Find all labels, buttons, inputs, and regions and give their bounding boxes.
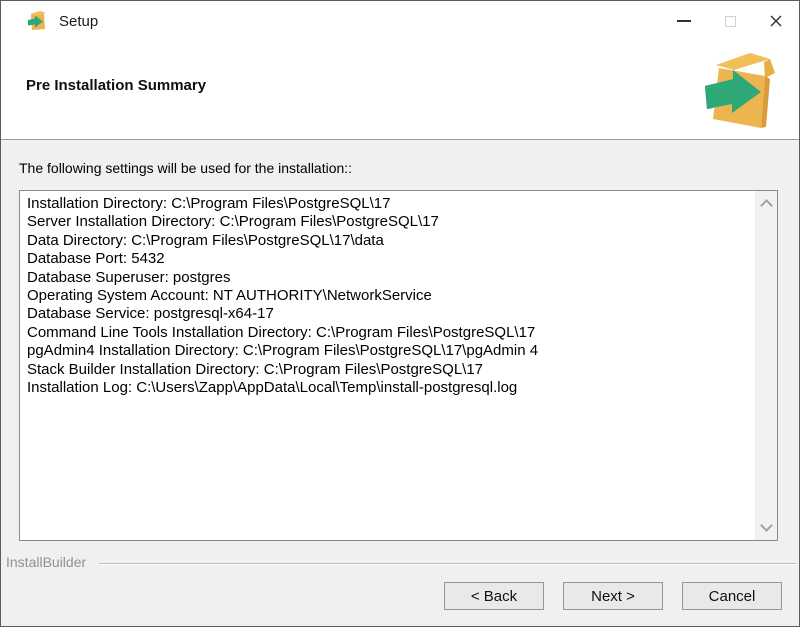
minimize-button[interactable] (661, 1, 707, 41)
title-bar: Setup (1, 1, 799, 41)
close-button[interactable] (753, 1, 799, 41)
summary-line: Command Line Tools Installation Director… (27, 323, 536, 341)
close-icon (770, 15, 782, 27)
installbuilder-logo-icon (705, 53, 775, 128)
scroll-down-icon[interactable] (759, 519, 773, 532)
maximize-icon (724, 15, 736, 27)
scroll-up-icon[interactable] (759, 199, 773, 212)
summary-textarea[interactable]: Installation Directory: C:\Program Files… (19, 190, 778, 541)
cancel-button[interactable]: Cancel (682, 582, 782, 610)
page-title: Pre Installation Summary (26, 77, 207, 94)
settings-intro-label: The following settings will be used for … (19, 160, 353, 176)
summary-line: Installation Log: C:\Users\Zapp\AppData\… (27, 379, 518, 397)
summary-line: Server Installation Directory: C:\Progra… (27, 213, 439, 231)
summary-line: Database Service: postgresql-x64-17 (27, 305, 274, 323)
app-icon (28, 11, 46, 30)
summary-line: Operating System Account: NT AUTHORITY\N… (27, 287, 432, 305)
summary-line: Data Directory: C:\Program Files\Postgre… (27, 231, 384, 249)
window-controls (661, 1, 799, 41)
summary-line: pgAdmin4 Installation Directory: C:\Prog… (27, 342, 539, 360)
vertical-scrollbar[interactable] (755, 191, 777, 540)
window-title: Setup (59, 12, 99, 30)
back-button[interactable]: < Back (444, 582, 544, 610)
maximize-button[interactable] (707, 1, 753, 41)
minimize-icon (677, 20, 691, 22)
wizard-header: Pre Installation Summary (1, 41, 799, 140)
summary-line: Database Port: 5432 (27, 250, 165, 268)
wizard-buttons: < Back Next > Cancel (444, 582, 782, 610)
summary-line: Stack Builder Installation Directory: C:… (27, 360, 484, 378)
summary-line: Database Superuser: postgres (27, 268, 231, 286)
footer-divider (99, 563, 796, 565)
next-button[interactable]: Next > (563, 582, 663, 610)
setup-wizard-window: Setup Pre Installation Summary The follo… (0, 0, 800, 627)
wizard-body: The following settings will be used for … (1, 141, 799, 626)
summary-line: Installation Directory: C:\Program Files… (27, 195, 391, 212)
installbuilder-brand-label: InstallBuilder (6, 554, 87, 570)
summary-text: Installation Directory: C:\Program Files… (20, 191, 755, 540)
